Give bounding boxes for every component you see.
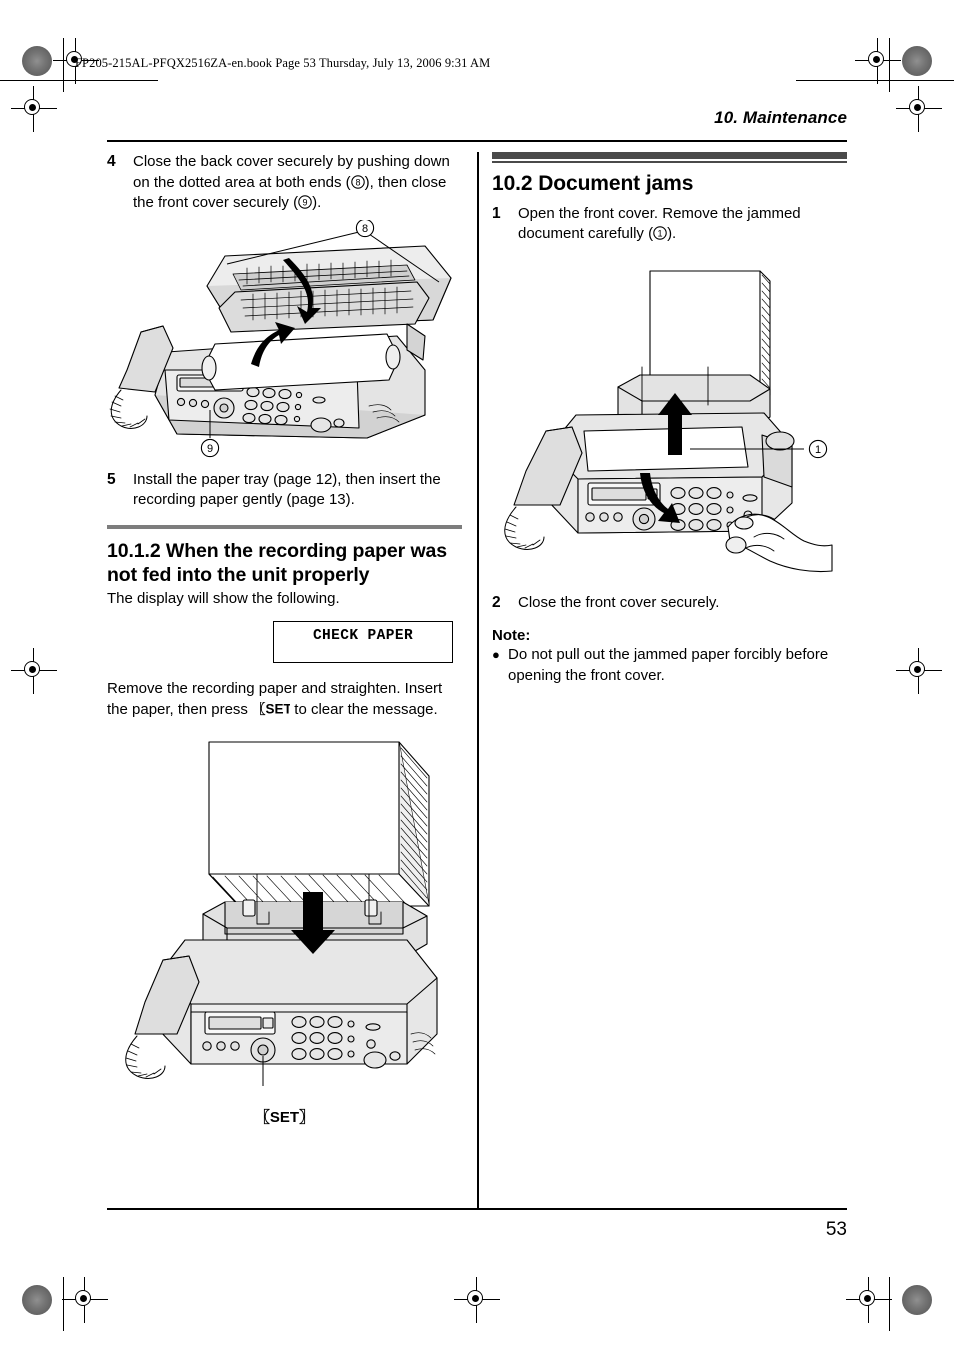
running-head-chapter: 10. Maintenance xyxy=(714,108,847,127)
trim-rule-upper-left xyxy=(0,80,158,82)
figure1-callout-8: 8 xyxy=(362,223,368,235)
document-page: FP205-215AL-PFQX2516ZA-en.book Page 53 T… xyxy=(0,0,954,1351)
callout-ref-1: 1 xyxy=(653,225,667,242)
step-4-number: 4 xyxy=(107,153,116,170)
trim-line-bottom-left xyxy=(63,1277,65,1331)
section-rule-10-1-2 xyxy=(107,524,462,529)
step-4-text: Close the back cover securely by pushing… xyxy=(133,152,462,214)
instruction-tail: to clear the message. xyxy=(290,700,438,718)
step-2-number: 2 xyxy=(492,593,501,611)
note-bullet-icon: ● xyxy=(492,647,500,663)
step-4: 4 Close the back cover securely by pushi… xyxy=(107,152,462,214)
figure-fax-back-cover: 8 9 xyxy=(107,219,462,460)
figure3-callout-1: 1 xyxy=(815,444,821,456)
key-label-set: 〖SET〗 xyxy=(252,701,305,718)
footer-rule xyxy=(107,1208,847,1210)
registration-mark-upper-left-inner xyxy=(11,86,57,132)
trim-line-bottom-right xyxy=(889,1277,891,1331)
section-10-1-2-instruction: Remove the recording paper and straighte… xyxy=(107,679,462,720)
callout-ref-8: 8 xyxy=(350,174,365,191)
page-number: 53 xyxy=(825,1219,847,1240)
step-5: 5 Install the paper tray (page 12), then… xyxy=(107,470,462,511)
step-1-tail: ). xyxy=(667,225,677,243)
registration-mark-upper-right-inner xyxy=(896,86,942,132)
step-5-text: Install the paper tray (page 12), then i… xyxy=(133,470,441,509)
callout-ref-9: 9 xyxy=(298,194,312,211)
step-1-text: Open the front cover. Remove the jammed … xyxy=(518,204,847,245)
step-4-tail: ). xyxy=(312,194,322,211)
column-divider xyxy=(477,152,479,1208)
step-2-text: Close the front cover securely. xyxy=(518,593,720,611)
figure2-caption: 〖SET〗 xyxy=(254,1109,315,1126)
trim-line-top-right xyxy=(889,38,891,92)
left-column: 4 Close the back cover securely by pushi… xyxy=(107,152,462,1127)
trim-line-top-left xyxy=(63,38,65,92)
lcd-display-message: CHECK PAPER xyxy=(273,621,453,663)
svg-text:1: 1 xyxy=(658,228,663,238)
step-1-number: 1 xyxy=(492,204,501,222)
figure1-callout-9: 9 xyxy=(207,443,213,455)
right-column: 10.2 Document jams 1 Open the front cove… xyxy=(492,152,847,686)
section-heading-10-1-2: 10.1.2 When the recording paper was not … xyxy=(107,539,448,586)
registration-mark-middle-right xyxy=(896,648,942,694)
note-item-text: Do not pull out the jammed paper forcibl… xyxy=(508,646,829,684)
registration-mark-bottom-center xyxy=(454,1277,500,1323)
halftone-dot-bottom-right xyxy=(902,1285,932,1315)
running-head-rule xyxy=(107,140,847,142)
figure-document-jam: 1 xyxy=(492,255,847,585)
halftone-dot-top-right xyxy=(902,46,932,76)
svg-text:〖SET〗: 〖SET〗 xyxy=(252,702,290,716)
registration-mark-middle-left xyxy=(11,648,57,694)
step-5-number: 5 xyxy=(107,470,116,488)
svg-text:8: 8 xyxy=(355,177,360,187)
section-rule-10-2 xyxy=(492,152,847,163)
figure-paper-insert: 〖SET〗 xyxy=(107,734,462,1127)
step-1: 1 Open the front cover. Remove the jamme… xyxy=(492,204,847,245)
registration-mark-bottom-right xyxy=(846,1277,892,1323)
section-heading-10-2: 10.2 Document jams xyxy=(492,171,694,195)
note-heading: Note: xyxy=(492,627,531,645)
registration-mark-top-right xyxy=(855,38,901,84)
book-file-header: FP205-215AL-PFQX2516ZA-en.book Page 53 T… xyxy=(75,56,491,70)
halftone-dot-bottom-left xyxy=(22,1285,52,1315)
svg-text:9: 9 xyxy=(303,197,308,207)
registration-mark-bottom-left xyxy=(62,1277,108,1323)
section-10-1-2-intro: The display will show the following. xyxy=(107,589,340,607)
note-item: ● Do not pull out the jammed paper forci… xyxy=(492,645,847,686)
halftone-dot-top-left xyxy=(22,46,52,76)
trim-rule-upper-right xyxy=(796,80,954,82)
step-2: 2 Close the front cover securely. xyxy=(492,593,847,614)
